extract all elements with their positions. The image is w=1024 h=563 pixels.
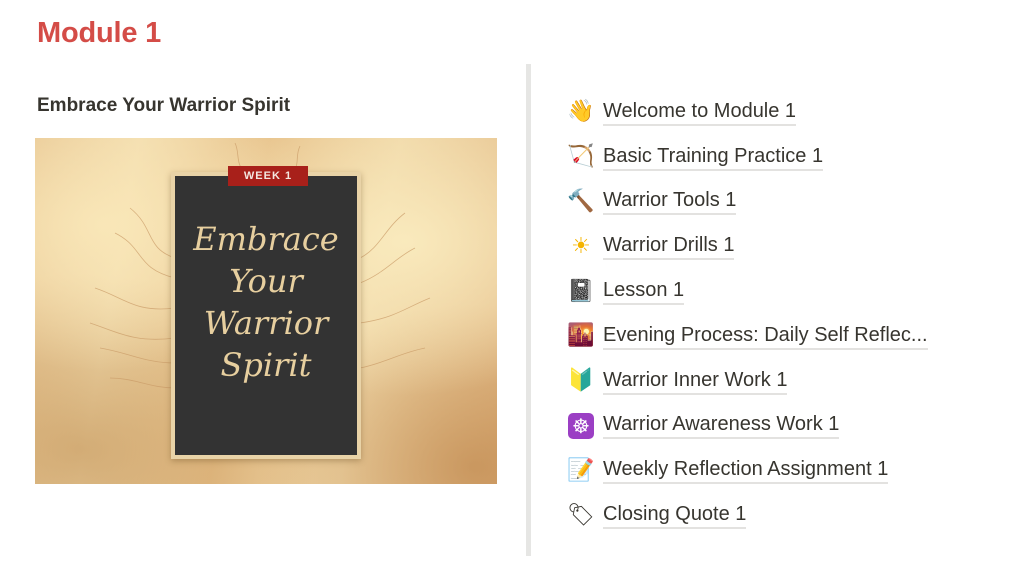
waving-hand-icon: 👋	[567, 99, 595, 125]
script-line: Spirit	[220, 346, 312, 384]
link-label[interactable]: Weekly Reflection Assignment 1	[603, 457, 889, 485]
link-label[interactable]: Welcome to Module 1	[603, 99, 797, 126]
city-sunset-icon: 🌇	[567, 323, 595, 349]
link-evening-process[interactable]: 🌇 Evening Process: Daily Self Reflec...	[566, 314, 928, 359]
link-label[interactable]: Basic Training Practice 1	[603, 144, 824, 171]
link-warrior-drills[interactable]: ☀ Warrior Drills 1	[566, 224, 928, 269]
link-welcome[interactable]: 👋 Welcome to Module 1	[566, 90, 928, 135]
cover-script-title: Embrace Your Warrior Spirit	[175, 218, 357, 386]
memo-icon: 📝	[567, 457, 595, 483]
wheel-of-dharma-icon: ☸	[568, 412, 594, 439]
lesson-link-list: 👋 Welcome to Module 1 🏹 Basic Training P…	[566, 90, 928, 538]
link-label[interactable]: Evening Process: Daily Self Reflec...	[603, 323, 928, 350]
script-line: Embrace	[193, 220, 339, 258]
section-heading: Embrace Your Warrior Spirit	[37, 95, 291, 116]
link-label[interactable]: Warrior Awareness Work 1	[603, 412, 840, 440]
link-label[interactable]: Warrior Inner Work 1	[603, 368, 788, 395]
link-label[interactable]: Warrior Tools 1	[603, 188, 737, 216]
link-closing-quote[interactable]: 🏷 Closing Quote 1	[566, 493, 928, 538]
link-basic-training[interactable]: 🏹 Basic Training Practice 1	[566, 135, 928, 180]
notebook-icon: 📓	[567, 278, 595, 304]
link-weekly-reflection[interactable]: 📝 Weekly Reflection Assignment 1	[566, 448, 928, 493]
link-label[interactable]: Closing Quote 1	[603, 502, 747, 530]
link-label[interactable]: Warrior Drills 1	[603, 233, 735, 261]
link-warrior-tools[interactable]: 🔨 Warrior Tools 1	[566, 180, 928, 225]
bow-and-arrow-icon: 🏹	[567, 144, 595, 170]
script-line: Your	[229, 262, 303, 300]
link-label[interactable]: Lesson 1	[603, 278, 685, 306]
page-title: Module 1	[37, 17, 162, 49]
sun-icon: ☀	[571, 233, 591, 259]
label-tag-icon: 🏷	[567, 502, 595, 528]
hammer-icon: 🔨	[567, 188, 595, 214]
cover-image[interactable]: WEEK 1 Embrace Your Warrior Spirit	[35, 138, 497, 484]
link-lesson[interactable]: 📓 Lesson 1	[566, 269, 928, 314]
link-awareness-work[interactable]: ☸ Warrior Awareness Work 1	[566, 404, 928, 449]
week-badge: WEEK 1	[228, 166, 308, 186]
beginner-symbol-icon: 🔰	[567, 368, 595, 394]
module-overview-column: Embrace Your Warrior Spirit WEEK 1 Embra	[35, 92, 497, 484]
script-line: Warrior	[203, 304, 329, 342]
link-inner-work[interactable]: 🔰 Warrior Inner Work 1	[566, 359, 928, 404]
column-divider	[526, 64, 531, 556]
